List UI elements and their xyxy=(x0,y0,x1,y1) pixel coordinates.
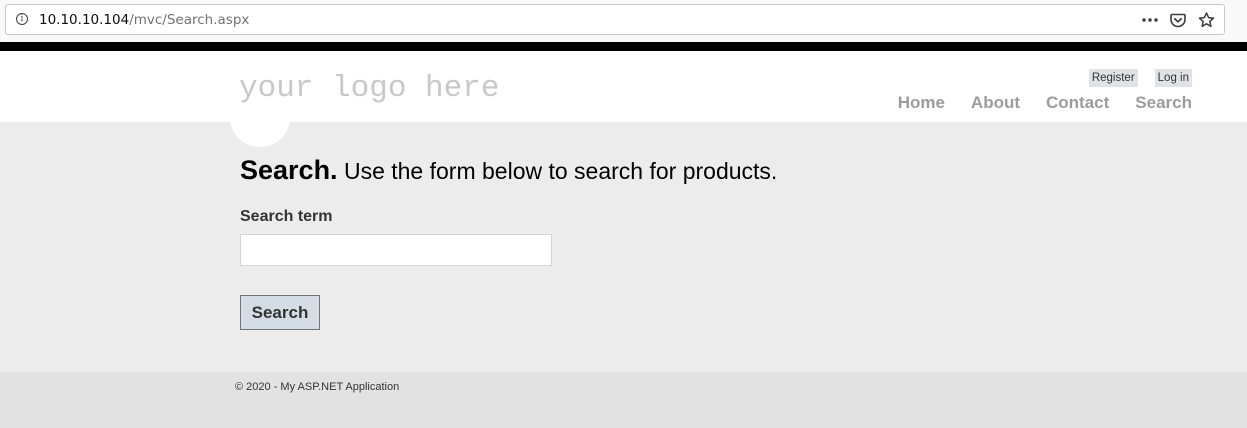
toolbar-divider xyxy=(0,42,1247,51)
search-term-label: Search term xyxy=(240,208,333,225)
pocket-icon[interactable] xyxy=(1164,10,1192,30)
login-links: Register Log in xyxy=(1088,69,1192,87)
main-content: Search. Use the form below to search for… xyxy=(0,122,1247,372)
page-title: Search. Use the form below to search for… xyxy=(240,150,777,187)
search-button[interactable]: Search xyxy=(240,295,320,330)
login-link[interactable]: Log in xyxy=(1154,69,1192,87)
page-actions-icon[interactable] xyxy=(1136,10,1164,30)
address-bar-actions xyxy=(1136,10,1220,30)
footer-copyright: © 2020 - My ASP.NET Application xyxy=(235,381,400,393)
bookmark-star-icon[interactable] xyxy=(1192,10,1220,30)
browser-toolbar: i 10.10.10.104/mvc/Search.aspx xyxy=(0,0,1247,42)
site-header: your logo here Register Log in Home Abou… xyxy=(0,51,1247,122)
search-term-input[interactable] xyxy=(240,234,552,266)
nav-search[interactable]: Search xyxy=(1135,93,1192,113)
url-path: /mvc/Search.aspx xyxy=(129,12,250,28)
site-logo[interactable]: your logo here xyxy=(239,71,499,106)
page-title-strong: Search. xyxy=(240,155,338,185)
register-link[interactable]: Register xyxy=(1088,69,1138,87)
logo-decoration xyxy=(230,122,290,147)
info-icon[interactable]: i xyxy=(16,13,28,25)
site-footer: © 2020 - My ASP.NET Application xyxy=(0,372,1247,428)
nav-home[interactable]: Home xyxy=(898,93,945,113)
main-nav: Home About Contact Search xyxy=(898,93,1192,113)
nav-about[interactable]: About xyxy=(971,93,1020,113)
url-host: 10.10.10.104 xyxy=(39,12,130,28)
address-bar[interactable]: i 10.10.10.104/mvc/Search.aspx xyxy=(5,4,1225,35)
page-title-sub: Use the form below to search for product… xyxy=(337,158,778,184)
url-text[interactable]: 10.10.10.104/mvc/Search.aspx xyxy=(39,12,249,28)
nav-contact[interactable]: Contact xyxy=(1046,93,1109,113)
